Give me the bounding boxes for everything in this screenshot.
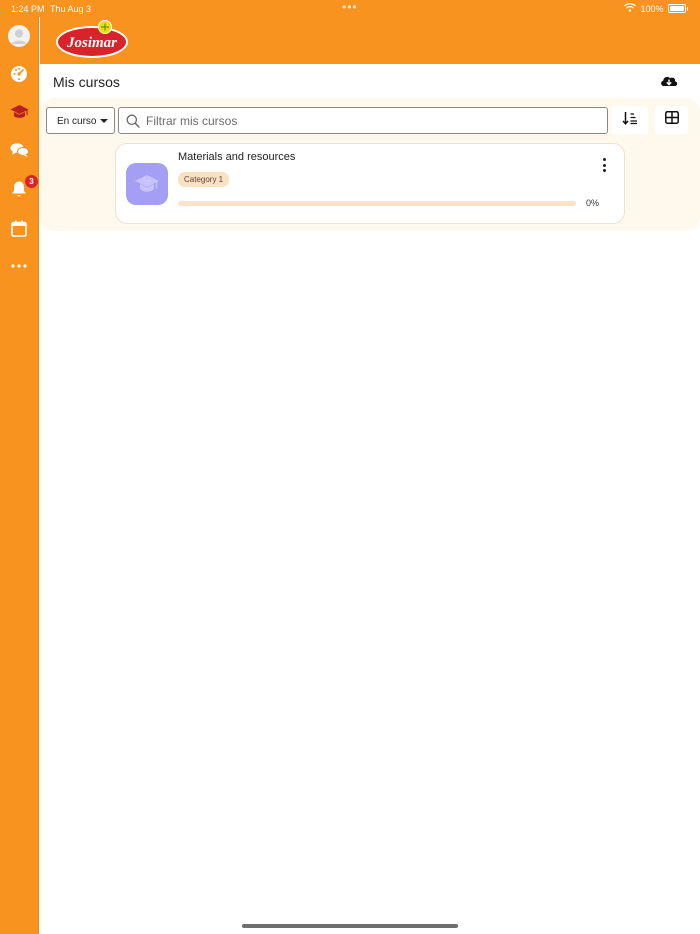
course-status-select[interactable]: En curso [46,107,115,134]
battery-icon [667,4,686,13]
search-input[interactable] [146,111,596,131]
page-title: Mis cursos [53,74,120,90]
wifi-icon [624,3,637,14]
course-options-button[interactable] [599,156,609,174]
josimar-logo[interactable]: Josimar [55,19,131,66]
course-title[interactable]: Materials and resources [178,151,295,163]
sort-button[interactable] [612,106,648,134]
home-indicator [242,924,458,928]
status-time: 1:24 PM [11,4,45,14]
status-bar: 1:24 PM Thu Aug 3 ••• 100% [0,0,700,17]
sidebar: 3 [0,0,39,934]
more-icon[interactable] [9,256,29,276]
search-field[interactable] [118,107,608,134]
progress-bar [178,201,576,206]
app-root: 3 1:24 PM Thu Aug 3 ••• 100% Josimar Mis… [0,0,700,934]
dashboard-icon[interactable] [9,64,29,84]
kebab-dot [602,169,606,172]
logo-text: Josimar [66,35,117,51]
notification-badge: 3 [25,175,38,188]
sort-icon [622,111,638,130]
course-status-selected: En curso [57,116,97,127]
kebab-dot [602,158,606,161]
graduation-cap-icon [135,175,159,192]
calendar-icon[interactable] [9,218,29,238]
kebab-dot [602,163,606,167]
grid-icon [664,111,679,129]
battery-percent: 100% [640,3,664,14]
status-date: Thu Aug 3 [50,4,92,14]
multitasking-dots[interactable]: ••• [342,0,358,14]
download-button[interactable] [659,72,679,90]
course-card[interactable]: Materials and resources Category 1 0% [115,143,625,224]
chat-icon[interactable] [9,140,29,160]
avatar[interactable] [8,25,30,47]
chevron-down-icon [100,119,108,123]
search-icon [126,114,140,133]
progress-text: 0% [586,198,600,208]
app-header: Josimar [40,17,700,64]
view-toggle-button[interactable] [655,106,688,134]
cloud-download-icon [659,76,679,94]
course-image[interactable] [126,163,168,205]
graduation-cap-icon[interactable] [9,102,29,122]
category-badge: Category 1 [178,172,230,187]
